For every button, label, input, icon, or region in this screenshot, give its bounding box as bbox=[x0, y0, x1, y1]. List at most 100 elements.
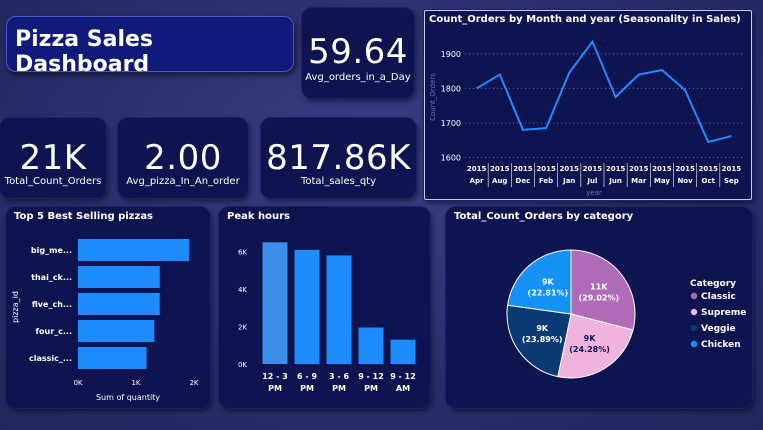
x-year-label: 2015 bbox=[467, 165, 487, 173]
pizza-bar bbox=[78, 239, 190, 261]
legend-marker bbox=[690, 324, 698, 332]
peak-hour-bar bbox=[294, 249, 320, 364]
x-year-label: 2015 bbox=[560, 165, 580, 173]
x-month-label: Jul bbox=[586, 177, 597, 185]
x-month-label: Dec bbox=[516, 177, 531, 185]
pie-percent-label: (22.81%) bbox=[528, 288, 569, 297]
kpi-total-orders-value: 21K bbox=[19, 138, 87, 178]
category-pie-card[interactable]: Total_Count_Orders by category 11K (29.02… bbox=[446, 207, 752, 408]
y-tick-label: 2K bbox=[238, 324, 247, 332]
y-tick-label: 1700 bbox=[441, 119, 461, 128]
top-pizzas-card[interactable]: Top 5 Best Selling pizzas big_me... thai_… bbox=[6, 207, 210, 408]
peak-hour-bar bbox=[326, 255, 352, 364]
pizza-category-label: classic_... bbox=[29, 354, 72, 363]
line-chart-card[interactable]: Count_Orders by Month and year (Seasonal… bbox=[424, 10, 752, 200]
x-tick-label-line2: PM bbox=[268, 384, 282, 393]
legend-item: Chicken bbox=[701, 340, 741, 350]
x-year-label: 2015 bbox=[722, 165, 742, 173]
x-year-label: 2015 bbox=[536, 165, 556, 173]
x-month-label: Nov bbox=[677, 177, 693, 185]
x-year-label: 2015 bbox=[652, 165, 672, 173]
x-tick-label-line2: PM bbox=[332, 384, 346, 393]
x-month-label: May bbox=[654, 177, 670, 185]
x-year-label: 2015 bbox=[490, 165, 510, 173]
kpi-total-orders[interactable]: 21K Total_Count_Orders bbox=[0, 118, 106, 198]
pie-percent-label: (29.02%) bbox=[579, 293, 620, 302]
pie-value-label: 9K bbox=[584, 334, 597, 343]
x-month-label: Jun bbox=[608, 177, 622, 185]
y-tick-label: 1800 bbox=[441, 84, 461, 93]
y-tick-label: 6K bbox=[238, 249, 247, 257]
legend-marker bbox=[690, 292, 698, 300]
pizza-bar bbox=[78, 293, 160, 315]
x-tick-label: 2K bbox=[189, 379, 198, 387]
dashboard-title: Pizza Sales Dashboard bbox=[15, 27, 154, 77]
legend-title: Category bbox=[690, 279, 736, 289]
x-tick-label-line2: AM bbox=[396, 384, 410, 393]
pizza-category-label: five_ch... bbox=[32, 300, 72, 309]
y-tick-label: 4K bbox=[238, 286, 247, 294]
line-chart: 1600 1700 1800 1900 Count_Orders 2015 Apr 2015 A… bbox=[429, 39, 743, 197]
kpi-total-sales-qty[interactable]: 817.86K Total_sales_qty bbox=[261, 118, 416, 198]
top-pizzas-chart: big_me... thai_ck... five_ch... four_c...cl… bbox=[11, 239, 199, 402]
x-year-label: 2015 bbox=[513, 165, 533, 173]
kpi-avg-orders-day-label: Avg_orders_in_a_Day bbox=[305, 72, 411, 83]
pizza-bar bbox=[78, 347, 147, 369]
pie-value-label: 9K bbox=[542, 277, 555, 286]
legend-marker bbox=[690, 340, 698, 348]
dashboard-title-card: Pizza Sales Dashboard bbox=[6, 16, 294, 77]
kpi-avg-orders-day-value: 59.64 bbox=[308, 32, 408, 72]
peak-hours-chart: 0K 2K 4K 6K 12 - 3 PM 6 - 9 PM 3 - 6 PM 9 - 12 PM 9 … bbox=[238, 242, 416, 393]
x-tick-label-line2: PM bbox=[364, 384, 378, 393]
x-month-label: Mar bbox=[631, 177, 647, 185]
orders-series-line bbox=[476, 39, 732, 144]
x-axis-label: Sum of quantity bbox=[96, 393, 160, 402]
x-month-label: Feb bbox=[539, 177, 553, 185]
x-year-label: 2015 bbox=[583, 165, 603, 173]
x-month-label: Oct bbox=[702, 177, 716, 185]
x-tick-label: 3 - 6 bbox=[329, 372, 349, 381]
x-month-label: Apr bbox=[470, 177, 484, 185]
x-year-label: 2015 bbox=[606, 165, 626, 173]
x-axis-label: year bbox=[586, 189, 602, 197]
pizza-category-label: four_c... bbox=[36, 327, 72, 336]
x-month-label: Aug bbox=[492, 177, 507, 185]
peak-hour-bar bbox=[390, 339, 416, 364]
y-tick-label: 1600 bbox=[441, 154, 461, 163]
x-tick-label-line2: PM bbox=[300, 384, 314, 393]
kpi-total-orders-label: Total_Count_Orders bbox=[4, 176, 102, 187]
kpi-total-sales-qty-label: Total_sales_qty bbox=[300, 176, 377, 187]
pizza-category-label: big_me... bbox=[31, 246, 72, 255]
x-tick-label: 12 - 3 bbox=[262, 372, 288, 381]
kpi-avg-pizza-order[interactable]: 2.00 Avg_pizza_In_An_order bbox=[118, 118, 248, 198]
x-month-label: Sep bbox=[724, 177, 739, 185]
legend-item: Veggie bbox=[701, 324, 736, 334]
legend-marker bbox=[690, 308, 698, 316]
peak-hour-bar bbox=[262, 242, 288, 364]
x-tick-label: 9 - 12 bbox=[390, 372, 416, 381]
x-tick-label: 9 - 12 bbox=[358, 372, 384, 381]
x-month-label: Jan bbox=[562, 177, 575, 185]
kpi-avg-pizza-order-value: 2.00 bbox=[144, 138, 222, 178]
peak-hour-bar bbox=[358, 327, 384, 364]
kpi-avg-orders-day[interactable]: 59.64 Avg_orders_in_a_Day bbox=[302, 8, 414, 98]
x-year-label: 2015 bbox=[629, 165, 649, 173]
peak-hours-card[interactable]: Peak hours 0K 2K 4K 6K 12 - 3 PM 6 - 9 PM 3 - 6P… bbox=[219, 207, 430, 408]
y-axis-label: pizza_id bbox=[11, 291, 20, 323]
x-tick-label: 1K bbox=[131, 379, 140, 387]
legend-item: Supreme bbox=[701, 308, 746, 318]
y-axis-label: Count_Orders bbox=[429, 73, 437, 121]
category-pie-chart: 11K (29.02%) 9K (24.28%) 9K (23.89%) 9K (22.81%… bbox=[506, 249, 746, 379]
y-tick-label: 0K bbox=[238, 361, 247, 369]
pizza-bar bbox=[78, 266, 160, 288]
kpi-avg-pizza-order-label: Avg_pizza_In_An_order bbox=[126, 176, 240, 187]
y-tick-label: 1900 bbox=[441, 50, 461, 59]
pie-value-label: 11K bbox=[590, 282, 608, 291]
x-year-label: 2015 bbox=[675, 165, 695, 173]
x-tick-label: 6 - 9 bbox=[297, 372, 317, 381]
x-tick-label: 0K bbox=[73, 379, 82, 387]
pie-slice-chicken bbox=[507, 249, 572, 315]
legend-item: Classic bbox=[701, 292, 736, 302]
pie-percent-label: (23.89%) bbox=[522, 335, 563, 344]
pie-percent-label: (24.28%) bbox=[569, 345, 610, 354]
